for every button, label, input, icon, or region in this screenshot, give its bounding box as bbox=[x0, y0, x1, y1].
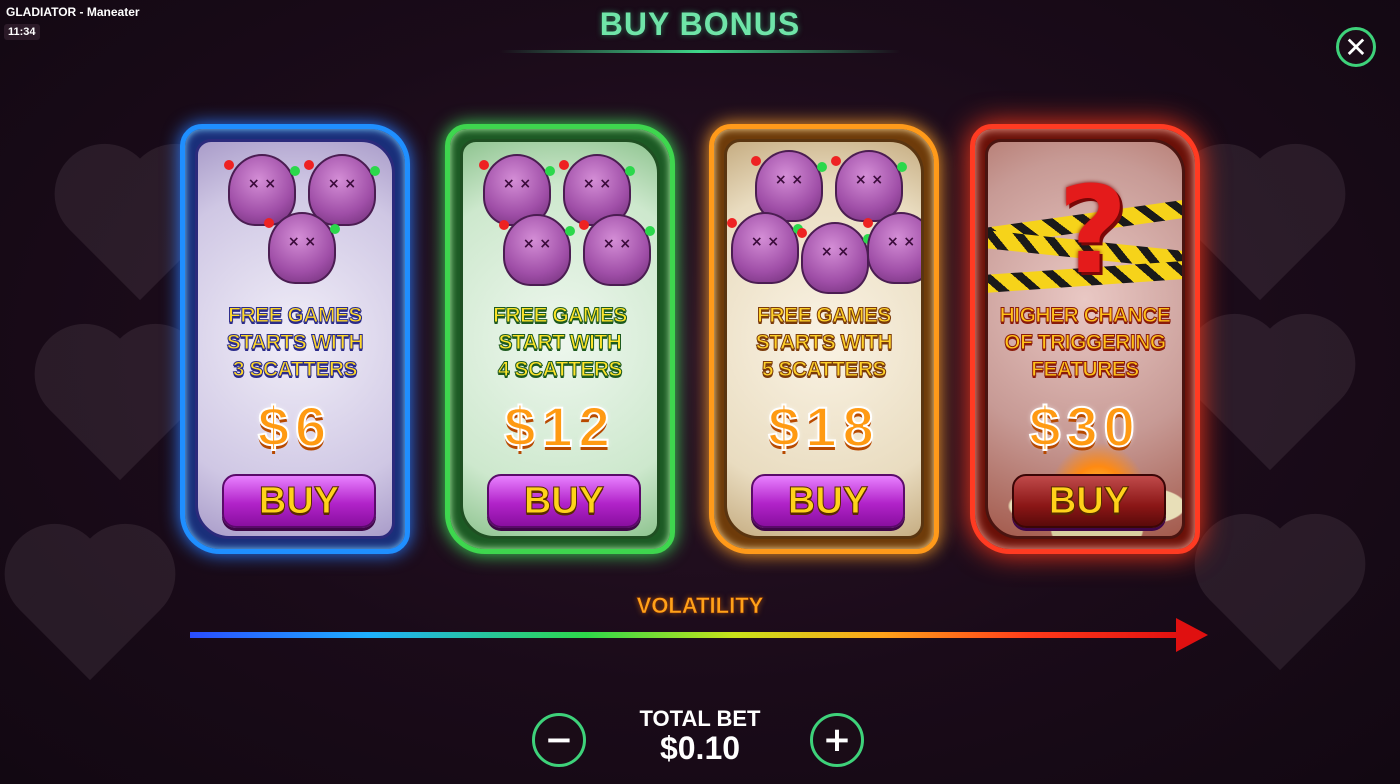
voodoo-doll-icon bbox=[499, 214, 575, 286]
close-icon: ✕ bbox=[1344, 30, 1368, 64]
voodoo-doll-icon bbox=[579, 214, 655, 286]
background-heart bbox=[1190, 320, 1370, 480]
volatility-arrow-icon bbox=[1176, 618, 1208, 652]
voodoo-doll-icons bbox=[463, 150, 657, 300]
buy-button[interactable]: BUY bbox=[487, 474, 641, 528]
buy-button[interactable]: BUY bbox=[222, 474, 376, 528]
bonus-price: $18 bbox=[767, 394, 880, 459]
volatility-bar bbox=[190, 632, 1180, 638]
description-line: STARTS WITH bbox=[755, 331, 893, 355]
description-line: FREE GAMES bbox=[493, 304, 628, 328]
bonus-card-panel: FREE GAMES START WITH 4 SCATTERS $12 BUY bbox=[460, 139, 660, 539]
description-line: FREE GAMES bbox=[757, 304, 892, 328]
bonus-description: HIGHER CHANCE OF TRIGGERING FEATURES bbox=[988, 302, 1182, 383]
description-line: START WITH bbox=[498, 331, 622, 355]
description-line: FREE GAMES bbox=[228, 304, 363, 328]
description-line: STARTS WITH bbox=[226, 331, 364, 355]
bonus-card-2[interactable]: FREE GAMES START WITH 4 SCATTERS $12 BUY bbox=[445, 124, 675, 554]
title-underline bbox=[500, 50, 900, 53]
bonus-price: $12 bbox=[503, 394, 616, 459]
bonus-card-4[interactable]: ? HIGHER CHANCE OF TRIGGERING FEATURES $… bbox=[970, 124, 1200, 554]
page-title: BUY BONUS bbox=[599, 6, 801, 42]
description-line: 5 SCATTERS bbox=[761, 358, 887, 382]
voodoo-doll-icon bbox=[264, 212, 340, 284]
description-line: HIGHER CHANCE bbox=[999, 304, 1171, 328]
bonus-description: FREE GAMES STARTS WITH 3 SCATTERS bbox=[198, 302, 392, 383]
total-bet-label: TOTAL BET bbox=[639, 706, 761, 731]
voodoo-doll-icon bbox=[304, 154, 380, 226]
volatility-label: VOLATILITY bbox=[636, 593, 764, 619]
voodoo-doll-icon bbox=[831, 150, 907, 222]
background-heart bbox=[1180, 150, 1360, 310]
bonus-description: FREE GAMES START WITH 4 SCATTERS bbox=[463, 302, 657, 383]
voodoo-doll-icon bbox=[727, 212, 803, 284]
plus-icon: + bbox=[822, 720, 852, 760]
voodoo-doll-icons bbox=[198, 150, 392, 300]
bonus-card-panel: FREE GAMES STARTS WITH 3 SCATTERS $6 BUY bbox=[195, 139, 395, 539]
bonus-card-panel: FREE GAMES STARTS WITH 5 SCATTERS $18 BU… bbox=[724, 139, 924, 539]
bonus-card-panel: ? HIGHER CHANCE OF TRIGGERING FEATURES $… bbox=[985, 139, 1185, 539]
description-line: OF TRIGGERING bbox=[1004, 331, 1167, 355]
voodoo-doll-icon bbox=[797, 222, 873, 294]
voodoo-doll-icon bbox=[863, 212, 921, 284]
buy-button[interactable]: BUY bbox=[751, 474, 905, 528]
bonus-card-3[interactable]: FREE GAMES STARTS WITH 5 SCATTERS $18 BU… bbox=[709, 124, 939, 554]
bonus-price: $6 bbox=[257, 394, 333, 459]
total-bet-value: $0.10 bbox=[659, 730, 741, 766]
bonus-description: FREE GAMES STARTS WITH 5 SCATTERS bbox=[727, 302, 921, 383]
description-line: FEATURES bbox=[1031, 358, 1140, 382]
bonus-card-1[interactable]: FREE GAMES STARTS WITH 3 SCATTERS $6 BUY bbox=[180, 124, 410, 554]
voodoo-doll-icons bbox=[727, 150, 921, 300]
description-line: 4 SCATTERS bbox=[497, 358, 623, 382]
increase-bet-button[interactable]: + bbox=[810, 713, 864, 767]
description-line: 3 SCATTERS bbox=[232, 358, 358, 382]
question-mark-icon: ? bbox=[1058, 162, 1128, 301]
buy-button[interactable]: BUY bbox=[1012, 474, 1166, 528]
close-button[interactable]: ✕ bbox=[1336, 27, 1376, 67]
